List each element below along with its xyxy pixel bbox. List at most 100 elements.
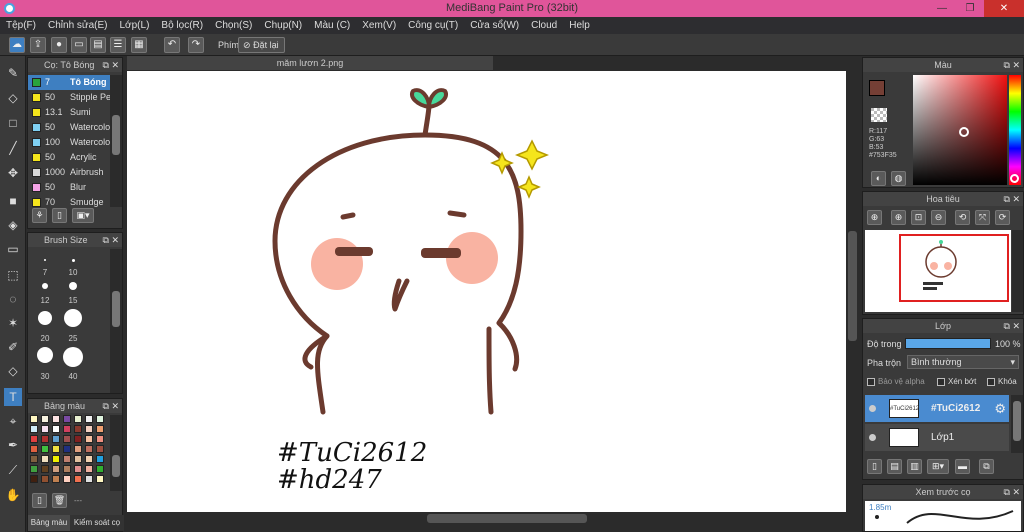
menu-tools[interactable]: Công cụ(T) [408, 20, 458, 31]
move-tool-icon[interactable]: ✥ [4, 164, 22, 182]
hue-cursor[interactable] [1010, 174, 1019, 183]
document-icon[interactable]: ▤ [90, 37, 106, 53]
redo-icon[interactable]: ↷ [188, 37, 204, 53]
palette-swatch[interactable] [41, 465, 49, 473]
new-layer-icon[interactable]: ▯ [867, 459, 882, 474]
layer-menu-icon[interactable]: ⊞▾ [927, 459, 949, 474]
canvas-horizontal-scrollbar[interactable] [127, 512, 846, 525]
palette-swatch[interactable] [30, 435, 38, 443]
menu-edit[interactable]: Chỉnh sửa(E) [48, 20, 108, 31]
menu-color[interactable]: Màu (C) [314, 20, 350, 31]
zoom-actual-icon[interactable]: ⊡ [911, 210, 926, 225]
message-icon[interactable]: ▭ [71, 37, 87, 53]
palette-swatch[interactable] [63, 425, 71, 433]
palette-swatch[interactable] [74, 455, 82, 463]
palette-swatch[interactable] [74, 465, 82, 473]
grid-icon[interactable]: ▦ [131, 37, 147, 53]
palette-swatch[interactable] [74, 415, 82, 423]
comment-icon[interactable]: ● [51, 37, 67, 53]
rotate-right-icon[interactable]: ⟳ [995, 210, 1010, 225]
brush-size-scrollbar[interactable] [110, 249, 122, 393]
palette-swatch[interactable] [74, 425, 82, 433]
drawing-canvas[interactable]: #TuCi2612 #hd247 [127, 71, 846, 512]
palette-swatch[interactable] [74, 435, 82, 443]
palette-swatch[interactable] [96, 475, 104, 483]
palette-swatch[interactable] [30, 475, 38, 483]
palette-swatch[interactable] [85, 455, 93, 463]
canvas-text-line1[interactable]: #TuCi2612 [277, 438, 427, 468]
opacity-slider[interactable] [905, 338, 991, 349]
brush-item[interactable]: 50 Watercolor [28, 120, 110, 135]
zoom-fit-icon[interactable]: ⊕ [867, 210, 882, 225]
brush-item[interactable]: 13.1 Sumi [28, 105, 110, 120]
select-pen-tool-icon[interactable]: ✐ [4, 338, 22, 356]
eyedropper-tool-icon[interactable]: ✒ [4, 436, 22, 454]
magic-wand-tool-icon[interactable]: ✶ [4, 314, 22, 332]
document-tab[interactable]: măm lươn 2.png [127, 56, 493, 70]
brush-size-cell[interactable]: 15 [59, 277, 87, 305]
new-palette-color-icon[interactable]: ▯ [32, 493, 47, 508]
palette-swatch[interactable] [41, 415, 49, 423]
lock-checkbox[interactable]: Khóa [987, 377, 1017, 386]
navigator-preview[interactable] [865, 230, 1011, 312]
eye-icon[interactable] [869, 434, 876, 441]
color-palette-icon[interactable]: ◍ [891, 171, 906, 186]
rect-tool-icon[interactable]: □ [4, 114, 22, 132]
menu-select[interactable]: Chọn(S) [215, 20, 252, 31]
palette-swatch[interactable] [85, 465, 93, 473]
select-eraser-tool-icon[interactable]: ◇ [4, 362, 22, 380]
palette-scrollbar[interactable] [110, 415, 122, 491]
close-button[interactable]: ✕ [984, 0, 1024, 17]
palette-swatch[interactable] [96, 425, 104, 433]
palette-swatch[interactable] [85, 435, 93, 443]
palette-swatch[interactable] [41, 475, 49, 483]
panel-float-close-icon[interactable]: ⧉ ✕ [1004, 58, 1020, 72]
palette-swatch[interactable] [96, 415, 104, 423]
brush-item[interactable]: 100 Watercolor [28, 135, 110, 150]
palette-swatch[interactable] [30, 445, 38, 453]
panel-float-close-icon[interactable]: ⧉ ✕ [103, 233, 119, 247]
new-8bit-layer-icon[interactable]: ▥ [907, 459, 922, 474]
primary-color-swatch[interactable] [869, 80, 885, 96]
tab-palette[interactable]: Bảng màu [28, 515, 70, 531]
panel-float-close-icon[interactable]: ⧉ ✕ [1004, 319, 1020, 333]
brush-item[interactable]: 1000 Airbrush [28, 165, 110, 180]
palette-swatch[interactable] [52, 475, 60, 483]
transparent-swatch[interactable] [871, 108, 887, 122]
palette-swatch[interactable] [63, 475, 71, 483]
gear-icon[interactable]: ⚙ [994, 395, 1006, 422]
menu-cloud[interactable]: Cloud [531, 20, 557, 31]
navigator-scrollbar[interactable] [1012, 230, 1023, 312]
brush-size-cell[interactable]: 30 [31, 347, 59, 381]
eraser-tool-icon[interactable]: ◇ [4, 89, 22, 107]
palette-swatch[interactable] [41, 445, 49, 453]
line-tool-icon[interactable]: ╱ [4, 139, 22, 157]
blend-mode-select[interactable]: Bình thường ▾ [907, 355, 1019, 369]
palette-swatch[interactable] [74, 475, 82, 483]
palette-swatch[interactable] [74, 445, 82, 453]
palette-swatch[interactable] [30, 465, 38, 473]
zoom-in-icon[interactable]: ⊕ [891, 210, 906, 225]
palette-swatch[interactable] [52, 445, 60, 453]
color-picker-cursor[interactable] [959, 127, 969, 137]
menu-layer[interactable]: Lớp(L) [120, 20, 150, 31]
duplicate-layer-icon[interactable]: ⧉ [979, 459, 994, 474]
saturation-value-picker[interactable] [913, 75, 1007, 185]
reset-shortcut-button[interactable]: ⊘ Đặt lại [238, 37, 285, 53]
brush-list-scrollbar[interactable] [110, 75, 122, 207]
color-mode-icon[interactable]: ◐ [871, 171, 886, 186]
palette-swatch[interactable] [63, 415, 71, 423]
brush-item[interactable]: 50 Stipple Pen [28, 90, 110, 105]
palette-swatch[interactable] [52, 465, 60, 473]
brush-item[interactable]: 50 Acrylic [28, 150, 110, 165]
brush-menu-icon[interactable]: ▣▾ [72, 208, 94, 223]
divide-tool-icon[interactable]: ⌖ [4, 412, 22, 430]
brush-size-cell[interactable]: 40 [59, 347, 87, 381]
brush-item[interactable]: 50 Blur [28, 180, 110, 195]
bucket-tool-icon[interactable]: ◈ [4, 216, 22, 234]
palette-swatch[interactable] [85, 415, 93, 423]
layer-row[interactable]: #TuCi2612 #TuCi2612 ⚙ [865, 395, 1009, 422]
menu-filter[interactable]: Bộ lọc(R) [161, 20, 203, 31]
panel-float-close-icon[interactable]: ⧉ ✕ [103, 399, 119, 413]
brush-tool-icon[interactable]: ✎ [4, 64, 22, 82]
